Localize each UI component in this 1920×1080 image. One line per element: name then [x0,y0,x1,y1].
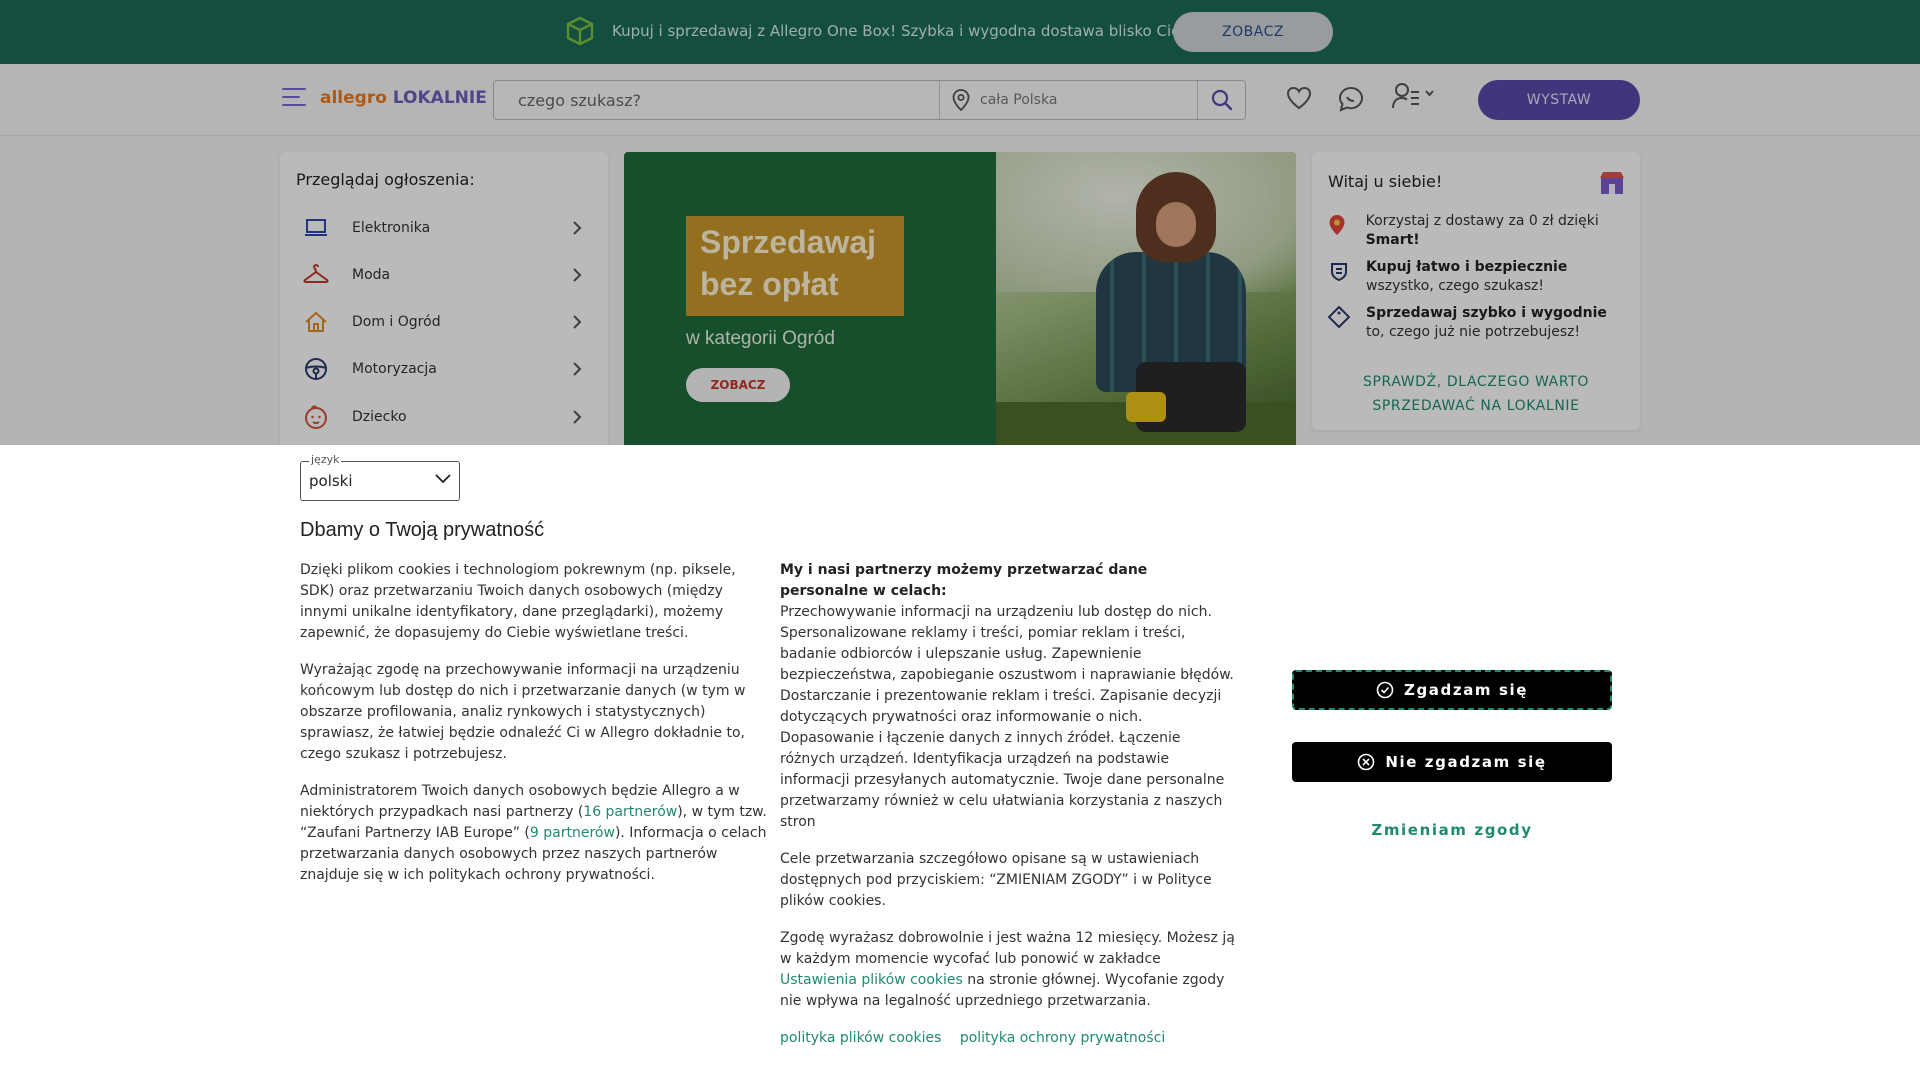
check-circle-icon [1376,681,1394,699]
agree-label: Zgadzam się [1403,681,1529,699]
x-circle-icon [1358,753,1375,771]
consent-paragraph: Wyrażając zgodę na przechowywanie inform… [300,662,746,762]
consent-column-left: Dzięki plikom cookies i technologiom pok… [300,560,768,902]
iab-partners-link[interactable]: 9 partnerów [530,825,615,841]
cookie-consent-panel: język polski Dbamy o Twoją prywatność Dz… [0,445,1920,1080]
consent-column-right: My i nasi partnerzy możemy przetwarzać d… [780,560,1240,1065]
consent-paragraph: Dzięki plikom cookies i technologiom pok… [300,562,736,641]
partners-link[interactable]: 16 partnerów [583,804,677,820]
purposes-list: Przechowywanie informacji na urządzeniu … [780,604,1234,830]
consent-text: Zgodę wyrażasz dobrowolnie i jest ważna … [780,930,1235,967]
language-value: polski [309,472,353,490]
language-legend: język [309,453,342,466]
chevron-down-icon [435,474,451,484]
modal-backdrop [0,0,1920,445]
consent-paragraph-admin: Administratorem Twoich danych osobowych … [300,781,768,886]
cookie-policy-link[interactable]: polityka plików cookies [780,1030,941,1046]
cookie-settings-link[interactable]: Ustawienia plików cookies [780,972,963,988]
purposes-heading: My i nasi partnerzy możemy przetwarzać d… [780,562,1148,599]
language-select[interactable]: język polski [300,453,460,501]
privacy-policy-link[interactable]: polityka ochrony prywatności [960,1030,1165,1046]
consent-paragraph: Cele przetwarzania szczegółowo opisane s… [780,851,1212,909]
consent-title: Dbamy o Twoją prywatność [300,519,545,541]
consent-paragraph-withdraw: Zgodę wyrażasz dobrowolnie i jest ważna … [780,928,1240,1012]
change-consents-button[interactable]: Zmieniam zgody [1292,821,1612,845]
disagree-label: Nie zgadzam się [1385,753,1547,771]
agree-button[interactable]: Zgadzam się [1292,670,1612,710]
disagree-button[interactable]: Nie zgadzam się [1292,742,1612,782]
policy-links: polityka plików cookies polityka ochrony… [780,1028,1240,1049]
